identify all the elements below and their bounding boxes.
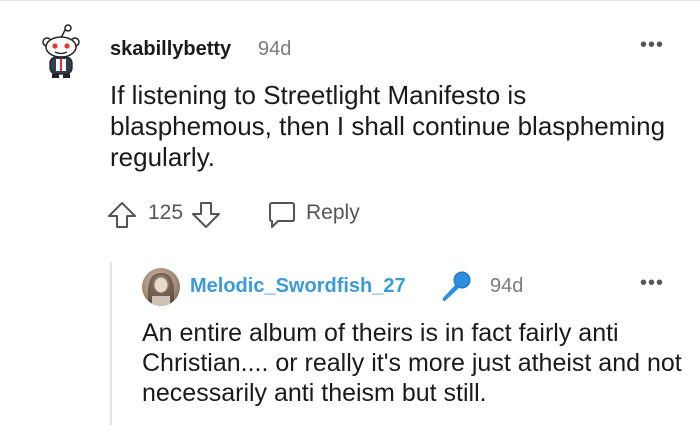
- more-options-icon[interactable]: •••: [640, 272, 664, 295]
- reply-username[interactable]: Melodic_Swordfish_27: [190, 275, 406, 298]
- thread-line[interactable]: [110, 262, 112, 425]
- reply-button[interactable]: Reply: [306, 201, 360, 225]
- microphone-icon: [442, 271, 471, 301]
- reply-body: An entire album of theirs is in fact fai…: [142, 319, 682, 407]
- top-divider: [0, 0, 700, 1]
- avatar[interactable]: [142, 268, 180, 306]
- vote-count: 125: [148, 201, 184, 224]
- reply-timestamp: 94d: [490, 275, 524, 297]
- comment-username[interactable]: skabillybetty: [110, 38, 231, 61]
- upvote-arrow-icon[interactable]: [106, 200, 138, 230]
- comment-body: If listening to Streetlight Manifesto is…: [110, 80, 666, 172]
- more-options-icon[interactable]: •••: [640, 34, 664, 57]
- chat-bubble-icon[interactable]: [266, 200, 298, 230]
- snoo-avatar-icon[interactable]: [36, 24, 86, 80]
- downvote-arrow-icon[interactable]: [190, 200, 222, 230]
- comment-timestamp: 94d: [258, 38, 292, 60]
